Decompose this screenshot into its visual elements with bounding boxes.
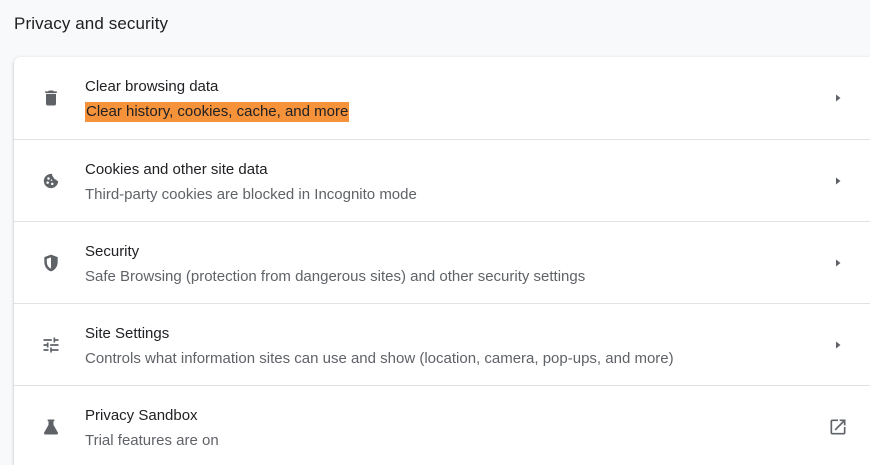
shield-icon <box>41 253 61 273</box>
privacy-settings-card: Clear browsing data Clear history, cooki… <box>14 57 870 465</box>
trash-icon <box>41 88 61 108</box>
item-sublabel: Safe Browsing (protection from dangerous… <box>85 268 586 285</box>
item-label: Clear browsing data <box>85 78 219 95</box>
arrow-right-icon[interactable] <box>828 253 848 273</box>
arrow-right-icon[interactable] <box>828 335 848 355</box>
item-sublabel: Clear history, cookies, cache, and more <box>85 102 350 122</box>
flask-icon <box>41 417 61 437</box>
tune-icon <box>41 335 61 355</box>
settings-item-privacy-sandbox[interactable]: Privacy Sandbox Trial features are on <box>14 385 870 465</box>
item-label: Cookies and other site data <box>85 161 268 178</box>
settings-item-security[interactable]: Security Safe Browsing (protection from … <box>14 221 870 303</box>
section-title: Privacy and security <box>14 14 169 33</box>
item-sublabel: Controls what information sites can use … <box>85 350 674 367</box>
settings-item-site-settings[interactable]: Site Settings Controls what information … <box>14 303 870 385</box>
item-label: Site Settings <box>85 325 170 342</box>
open-in-new-icon[interactable] <box>828 417 848 437</box>
cookie-icon <box>41 171 61 191</box>
item-sublabel: Trial features are on <box>85 432 219 449</box>
arrow-right-icon[interactable] <box>828 88 848 108</box>
item-sublabel: Third-party cookies are blocked in Incog… <box>85 186 417 203</box>
arrow-right-icon[interactable] <box>828 171 848 191</box>
item-label: Security <box>85 243 140 260</box>
settings-item-clear-browsing-data[interactable]: Clear browsing data Clear history, cooki… <box>14 57 870 139</box>
settings-item-cookies[interactable]: Cookies and other site data Third-party … <box>14 139 870 221</box>
item-label: Privacy Sandbox <box>85 407 198 424</box>
